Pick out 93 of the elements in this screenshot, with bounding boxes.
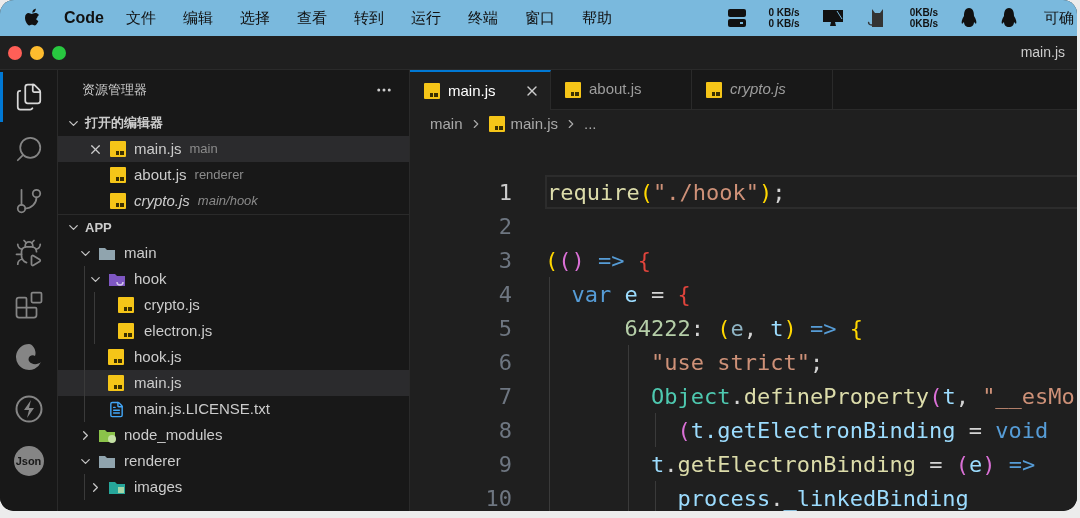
monitor-icon[interactable] xyxy=(821,8,844,28)
file-row[interactable]: main.js.LICENSE.txt xyxy=(58,396,409,422)
code-line: t.getElectronBinding = (e) => xyxy=(649,450,1036,479)
drive-icon[interactable] xyxy=(726,8,747,28)
js-file-icon xyxy=(110,141,126,157)
menu-item[interactable]: 查看 xyxy=(297,6,327,30)
js-file-icon xyxy=(118,323,134,339)
lightning-icon[interactable] xyxy=(13,394,44,424)
code-line: require("./hook"); xyxy=(547,178,786,207)
js-file-icon xyxy=(110,167,126,183)
js-file-icon xyxy=(488,116,505,132)
section-header[interactable]: 打开的编辑器 xyxy=(58,110,409,136)
file-name: crypto.js xyxy=(134,190,190,211)
line-number: 6 xyxy=(497,348,512,377)
js-file-icon xyxy=(424,83,440,99)
file-row[interactable]: hook.js xyxy=(58,344,409,370)
menu-item[interactable]: 编辑 xyxy=(183,6,213,30)
code-line: 64222: (e, t) => { xyxy=(623,314,863,343)
editor-tab[interactable]: main.js xyxy=(410,70,551,110)
js-file-icon xyxy=(565,81,581,98)
code-line: Object.defineProperty(t, "__esMo xyxy=(649,382,1075,411)
section-header[interactable]: APP xyxy=(58,214,409,240)
file-row[interactable]: crypto.js xyxy=(58,292,409,318)
file-name: main.js xyxy=(134,138,182,159)
folder-icon xyxy=(98,427,116,443)
folder-row[interactable]: node_modules xyxy=(58,422,409,448)
line-number: 1 xyxy=(497,178,512,207)
folder-icon xyxy=(98,245,116,261)
file-path: renderer xyxy=(194,166,244,185)
zoom-window-button[interactable] xyxy=(52,45,66,60)
file-row[interactable]: main.js xyxy=(58,370,409,396)
folder-row[interactable]: hook xyxy=(58,266,409,292)
folder-row[interactable]: renderer xyxy=(58,448,409,474)
line-number: 3 xyxy=(497,246,512,275)
network-speed: 0 KB/s xyxy=(768,18,800,29)
folder-icon xyxy=(108,479,126,495)
close-window-button[interactable] xyxy=(8,45,22,60)
line-number: 4 xyxy=(497,280,512,309)
breadcrumb-item[interactable]: main.js xyxy=(510,112,559,136)
folder-row[interactable]: images xyxy=(58,474,409,500)
line-number: 9 xyxy=(497,450,512,479)
code-line: process._linkedBinding xyxy=(676,484,969,511)
open-editor-item[interactable]: about.js renderer xyxy=(58,162,409,188)
code-line: (t.getElectronBinding = void xyxy=(676,416,1049,445)
open-editor-item[interactable]: main.js main xyxy=(58,136,409,162)
penguin-icon[interactable] xyxy=(960,7,978,29)
run-debug-icon[interactable] xyxy=(13,238,44,268)
menu-item[interactable]: 选择 xyxy=(240,6,270,30)
menu-item[interactable]: 运行 xyxy=(411,6,441,30)
sidebar-title: 资源管理器 xyxy=(82,81,147,100)
code-line: var e = { xyxy=(570,280,691,309)
minimize-window-button[interactable] xyxy=(30,45,44,60)
json-button[interactable]: Json xyxy=(13,446,44,476)
line-number: 7 xyxy=(497,382,512,411)
apple-logo-icon[interactable] xyxy=(24,8,41,28)
folder-icon xyxy=(98,453,116,469)
line-number: 2 xyxy=(497,212,512,241)
open-editor-item[interactable]: crypto.js main/hook xyxy=(58,188,409,214)
js-file-icon xyxy=(110,193,126,209)
line-number: 8 xyxy=(497,416,512,445)
swirl-icon[interactable] xyxy=(13,342,44,372)
app-menu[interactable]: Code xyxy=(64,6,104,30)
breadcrumb-item[interactable]: main xyxy=(430,112,463,136)
code-line: "use strict"; xyxy=(649,348,824,377)
file-path: main/hook xyxy=(197,192,258,211)
menu-extra-text[interactable]: 可确 xyxy=(1044,6,1074,30)
document-icon xyxy=(108,400,125,418)
menu-item[interactable]: 终端 xyxy=(468,6,498,30)
editor-tab[interactable]: about.js xyxy=(551,70,692,110)
folder-icon xyxy=(108,271,126,287)
breadcrumb-item[interactable]: ... xyxy=(584,112,597,136)
file-path: main xyxy=(189,140,218,159)
file-name: about.js xyxy=(134,164,187,185)
folder-row[interactable]: main xyxy=(58,240,409,266)
js-file-icon xyxy=(108,349,124,365)
code-line: (() => { xyxy=(545,246,651,275)
js-file-icon xyxy=(706,81,722,98)
js-file-icon xyxy=(118,297,134,313)
menu-item[interactable]: 转到 xyxy=(354,6,384,30)
extensions-icon[interactable] xyxy=(13,290,44,320)
file-row[interactable]: electron.js xyxy=(58,318,409,344)
menu-item[interactable]: 文件 xyxy=(126,6,156,30)
penguin-icon[interactable] xyxy=(1000,7,1018,29)
line-number: 5 xyxy=(497,314,512,343)
window-title: main.js xyxy=(1020,43,1066,62)
network-speed: 0KB/s xyxy=(909,18,938,29)
line-number: 10 xyxy=(484,484,512,511)
menu-item[interactable]: 窗口 xyxy=(525,6,555,30)
editor-tab[interactable]: crypto.js xyxy=(692,70,833,110)
js-file-icon xyxy=(108,375,124,391)
menu-item[interactable]: 帮助 xyxy=(582,6,612,30)
network-speed: 0 KB/s xyxy=(768,7,800,18)
network-speed: 0KB/s xyxy=(909,7,938,18)
